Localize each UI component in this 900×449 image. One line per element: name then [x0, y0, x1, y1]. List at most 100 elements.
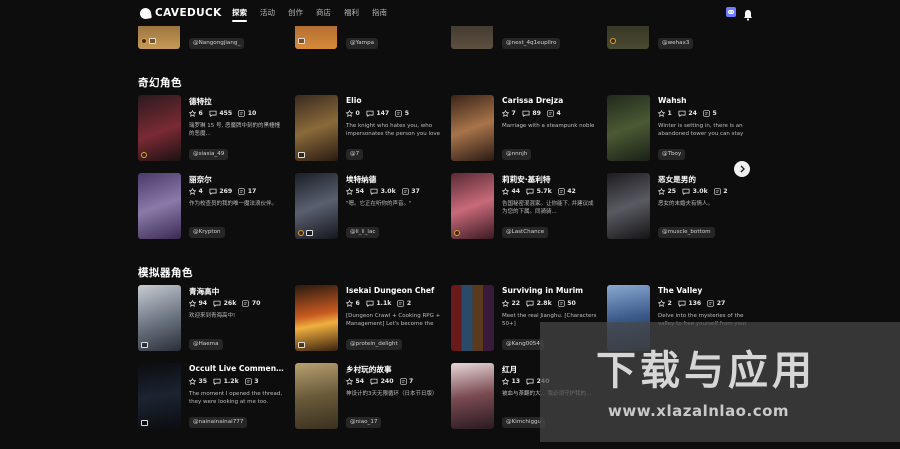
- author-tag[interactable]: @niao_17: [346, 417, 382, 428]
- bell-icon[interactable]: [743, 6, 753, 21]
- note-icon: [242, 300, 250, 307]
- nav-create[interactable]: 创作: [288, 8, 303, 18]
- note-icon: [714, 188, 721, 195]
- author-tag[interactable]: @7: [346, 149, 364, 160]
- camera-icon: [141, 342, 148, 348]
- like-count: 35: [198, 378, 208, 385]
- character-thumbnail[interactable]: [607, 95, 650, 161]
- section-title-simulator: 模拟器角色: [138, 267, 193, 279]
- character-card[interactable]: 德特拉 6 455 10 瑞罗琳 15 号, 恶魔牌中刻的的黑幢幢的恶魔... …: [138, 95, 288, 163]
- author-tag[interactable]: @Krypton: [189, 227, 225, 238]
- author-tag[interactable]: @muscle_bottom: [658, 227, 715, 238]
- author-tag[interactable]: @Kimchiggu: [502, 417, 546, 428]
- watermark-url: www.xlazalnlao.com: [608, 402, 790, 420]
- chat-count: 89: [532, 110, 541, 117]
- character-card[interactable]: Wahsh 1 24 5 Winter is setting in, there…: [607, 95, 757, 163]
- character-thumbnail[interactable]: [295, 95, 338, 161]
- character-name: The Valley: [658, 286, 703, 295]
- chat-count: 136: [688, 300, 702, 307]
- chat-icon: [209, 110, 217, 117]
- author-tag[interactable]: @nest_4q1eupllro: [502, 38, 561, 49]
- character-thumbnail[interactable]: [138, 285, 181, 351]
- caveduck-logo[interactable]: CAVEDUCK: [139, 6, 222, 20]
- author-tag[interactable]: @li_li_lac: [346, 227, 380, 238]
- camera-icon: [298, 38, 305, 44]
- author-tag[interactable]: @nnnjh: [502, 149, 532, 160]
- nav-shop[interactable]: 商店: [316, 8, 331, 18]
- badge-icon: [610, 38, 616, 44]
- character-thumbnail[interactable]: [138, 173, 181, 239]
- author-tag[interactable]: @nainainainai777: [189, 417, 248, 428]
- chat-count: 26k: [223, 300, 237, 307]
- note-count: 5: [712, 110, 717, 117]
- like-count: 94: [198, 300, 208, 307]
- character-thumbnail[interactable]: [451, 285, 494, 351]
- star-icon: [189, 300, 196, 307]
- chat-count: 5.7k: [536, 188, 552, 195]
- character-description: 作为校查员的我的唯一魔法浪伙伴。: [189, 201, 278, 207]
- star-icon: [502, 300, 509, 307]
- note-icon: [558, 188, 565, 195]
- author-tag[interactable]: @Yampa: [346, 38, 379, 49]
- nav-events[interactable]: 活动: [260, 8, 275, 18]
- star-icon: [346, 188, 353, 195]
- note-icon: [395, 110, 402, 117]
- like-count: 13: [511, 378, 521, 385]
- character-name: 青海高中: [189, 287, 220, 296]
- author-tag[interactable]: @Kang0054: [502, 339, 544, 350]
- chat-icon: [370, 188, 378, 195]
- chat-count: 455: [219, 110, 233, 117]
- character-card[interactable]: Elio 0 147 5 The knight who hates you, w…: [295, 95, 445, 163]
- author-tag[interactable]: @Tboy: [658, 149, 686, 160]
- character-card[interactable]: Isekai Dungeon Chef 6 1.1k 2 [Dungeon Cr…: [295, 285, 445, 353]
- chat-icon: [366, 110, 374, 117]
- top-navigation-bar: CAVEDUCK 探索 活动 创作 商店 福利 指南: [0, 0, 900, 26]
- character-description: Winter is setting in, there is an abando…: [658, 123, 744, 137]
- character-thumbnail[interactable]: [295, 285, 338, 351]
- author-tag[interactable]: @siasia_49: [189, 149, 229, 160]
- like-count: 54: [355, 188, 365, 195]
- character-card[interactable]: 恶女是男的 25 3.0k 2 恶女的末婚夫有情人。 @muscle_botto…: [607, 173, 757, 241]
- star-icon: [189, 188, 196, 195]
- discord-icon[interactable]: [726, 7, 736, 17]
- author-tag[interactable]: @LastChance: [502, 227, 549, 238]
- like-count: 1: [667, 110, 672, 117]
- character-thumbnail[interactable]: [138, 363, 181, 429]
- character-thumbnail[interactable]: [451, 363, 494, 429]
- author-tag[interactable]: @Haema: [189, 339, 223, 350]
- character-thumbnail[interactable]: [295, 363, 338, 429]
- nav-guide[interactable]: 指南: [372, 8, 387, 18]
- character-card[interactable]: 青海高中 94 26k 70 欢迎来到青海高中! @Haema: [138, 285, 288, 353]
- character-card[interactable]: Occult Live Commentary ... 35 1.2k 3 The…: [138, 363, 288, 431]
- character-name: Elio: [346, 96, 362, 105]
- character-card[interactable]: 丽奈尔 4 269 17 作为校查员的我的唯一魔法浪伙伴。 @Krypton: [138, 173, 288, 241]
- character-description: The knight who hates you, who impersonat…: [346, 123, 441, 137]
- character-description: 欢迎来到青海高中!: [189, 313, 236, 319]
- note-count: 3: [254, 378, 259, 385]
- chat-count: 2.8k: [536, 300, 552, 307]
- character-thumbnail[interactable]: [607, 173, 650, 239]
- chat-count: 3.0k: [380, 188, 396, 195]
- character-name: Wahsh: [658, 96, 687, 105]
- character-thumbnail[interactable]: [295, 173, 338, 239]
- character-card[interactable]: 莉莉安·基利特 44 5.7k 42 告国秘密混混家。让你能下, 并建议成为您的…: [451, 173, 601, 241]
- chat-icon: [682, 188, 690, 195]
- chat-count: 1.1k: [376, 300, 392, 307]
- character-thumbnail[interactable]: [451, 173, 494, 239]
- nav-explore[interactable]: 探索: [232, 8, 247, 22]
- author-tag[interactable]: @protein_delight: [346, 339, 402, 350]
- like-count: 4: [198, 188, 203, 195]
- character-card[interactable]: 乡村玩的故事 54 240 7 神设计的3天无限循环（日本节日版） @niao_…: [295, 363, 445, 431]
- carousel-next-button[interactable]: [734, 161, 750, 177]
- author-tag[interactable]: @wehax3: [658, 38, 694, 49]
- character-stats: 44 5.7k 42: [502, 188, 582, 195]
- character-stats: 0 147 5: [346, 110, 415, 117]
- nav-benefits[interactable]: 福利: [344, 8, 359, 18]
- chat-count: 3.0k: [692, 188, 708, 195]
- character-thumbnail[interactable]: [138, 95, 181, 161]
- author-tag[interactable]: @Nangongjiang_: [189, 38, 245, 49]
- character-thumbnail[interactable]: [451, 95, 494, 161]
- character-card[interactable]: Carissa Drejza 7 89 4 Marriage with a st…: [451, 95, 601, 163]
- character-card[interactable]: 埃特纳德 54 3.0k 37 "嗯。它正在听你的声音。" @li_li_lac: [295, 173, 445, 241]
- star-icon: [346, 110, 353, 117]
